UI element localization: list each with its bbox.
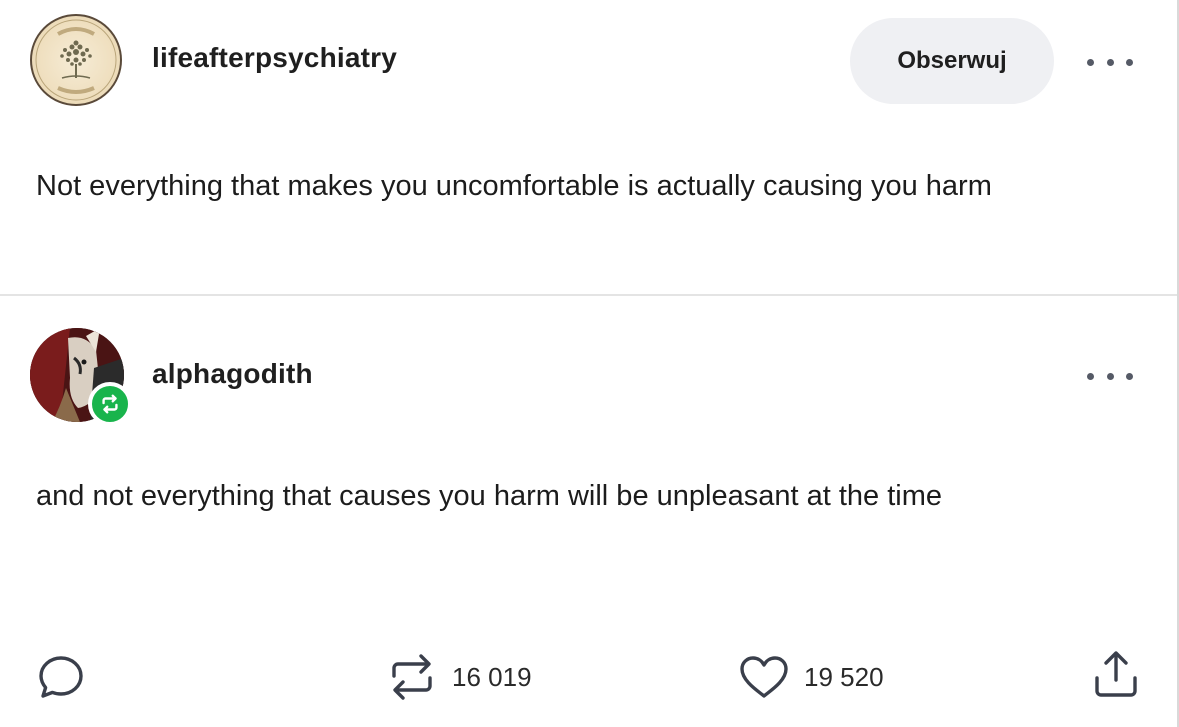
reblog-badge-icon	[88, 382, 132, 426]
author-avatar[interactable]	[30, 14, 122, 106]
reply-button[interactable]	[36, 652, 86, 702]
heart-icon	[740, 656, 788, 698]
reblog-divider	[0, 294, 1177, 296]
tree-logo-icon	[35, 19, 117, 101]
reblogger-username[interactable]: alphagodith	[152, 358, 313, 390]
post-card: lifeafterpsychiatry Obserwuj Not everyth…	[0, 0, 1179, 727]
follow-button[interactable]: Obserwuj	[850, 18, 1054, 104]
speech-bubble-icon	[39, 656, 83, 698]
share-upload-icon	[1095, 651, 1137, 697]
reblog-button[interactable]: 16 019	[386, 650, 532, 704]
like-button[interactable]: 19 520	[738, 654, 884, 700]
reblog-arrows-icon	[392, 654, 432, 700]
like-count: 19 520	[804, 661, 884, 692]
author-username[interactable]: lifeafterpsychiatry	[152, 42, 397, 74]
share-button[interactable]	[1092, 648, 1140, 700]
reblog-count: 16 019	[452, 661, 532, 692]
reblog-more-options-icon[interactable]	[1087, 366, 1133, 386]
post-body-text: Not everything that makes you uncomforta…	[36, 170, 992, 202]
post-more-options-icon[interactable]	[1087, 52, 1133, 72]
reblog-body-text: and not everything that causes you harm …	[36, 480, 942, 512]
